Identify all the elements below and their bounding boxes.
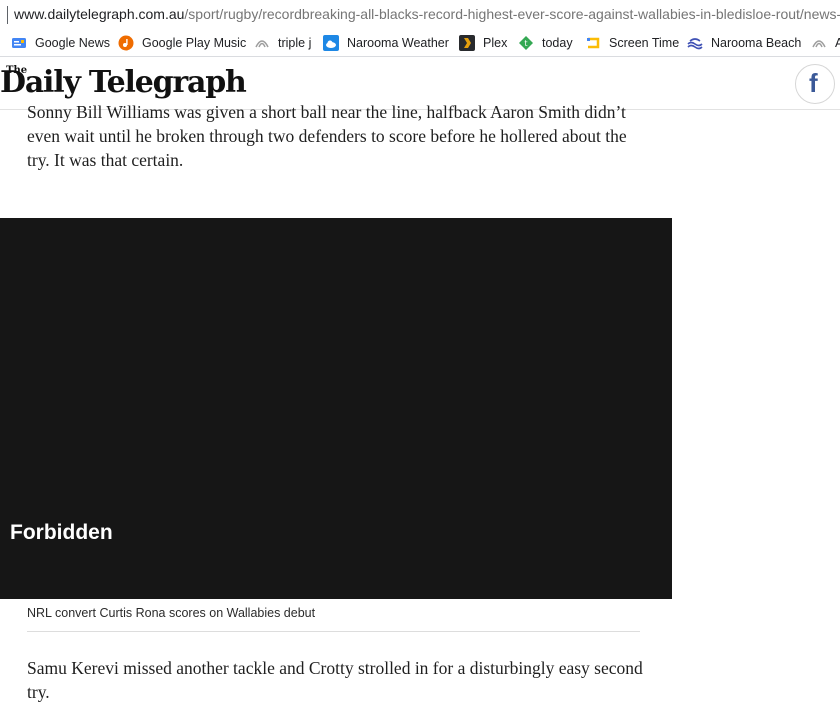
bookmark-google-play-music[interactable]: Google Play Music bbox=[118, 33, 246, 53]
article-paragraph: Samu Kerevi missed another tackle and Cr… bbox=[27, 658, 643, 702]
bookmark-label: Narooma Beach bbox=[711, 36, 802, 50]
bookmark-label: A bbox=[835, 36, 840, 50]
bookmark-label: Google Play Music bbox=[142, 36, 247, 50]
bookmark-narooma-beach[interactable]: Narooma Beach bbox=[687, 33, 801, 53]
address-bar[interactable]: www.dailytelegraph.com.au/sport/rugby/re… bbox=[0, 0, 840, 30]
bookmark-abc[interactable]: A bbox=[811, 33, 840, 53]
svg-text:t: t bbox=[524, 39, 527, 48]
video-player[interactable]: Forbidden bbox=[0, 218, 672, 599]
abc-icon bbox=[811, 35, 827, 51]
bookmark-google-news[interactable]: Google News bbox=[11, 33, 110, 53]
google-play-music-icon bbox=[118, 35, 134, 51]
bookmark-narooma-weather[interactable]: Narooma Weather bbox=[323, 33, 449, 53]
beach-icon bbox=[687, 35, 703, 51]
logo-name: Daily Telegraph bbox=[0, 65, 247, 100]
facebook-share-button[interactable]: f bbox=[795, 64, 835, 104]
video-error-message: Forbidden bbox=[10, 521, 113, 544]
caption-divider bbox=[27, 631, 640, 632]
bookmark-plex[interactable]: Plex bbox=[459, 33, 507, 53]
url-text[interactable]: www.dailytelegraph.com.au/sport/rugby/re… bbox=[14, 6, 840, 22]
bookmark-label: Narooma Weather bbox=[347, 36, 449, 50]
article-paragraph: Sonny Bill Williams was given a short ba… bbox=[27, 102, 627, 170]
bookmark-label: Screen Time bbox=[609, 36, 680, 50]
bookmark-label: triple j bbox=[278, 36, 312, 50]
bookmark-screen-time[interactable]: Screen Time bbox=[585, 33, 679, 53]
screen-time-icon bbox=[585, 35, 601, 51]
video-caption: NRL convert Curtis Rona scores on Wallab… bbox=[27, 606, 316, 620]
today-icon: t bbox=[518, 35, 534, 51]
bookmark-label: Google News bbox=[35, 36, 111, 50]
bookmarks-bar: Google News Google Play Music triple j N… bbox=[0, 30, 840, 57]
bookmark-triple-j[interactable]: triple j bbox=[254, 33, 311, 53]
text-caret bbox=[7, 6, 8, 24]
url-host: www.dailytelegraph.com.au bbox=[14, 6, 185, 22]
url-path: /sport/rugby/recordbreaking-all-blacks-r… bbox=[184, 6, 840, 22]
facebook-icon: f bbox=[809, 68, 818, 98]
weather-cloud-icon bbox=[323, 35, 339, 51]
bookmark-today[interactable]: t today bbox=[518, 33, 573, 53]
plex-icon bbox=[459, 35, 475, 51]
google-news-icon bbox=[11, 35, 27, 51]
bookmark-label: Plex bbox=[483, 36, 508, 50]
bookmark-label: today bbox=[542, 36, 573, 50]
triple-j-icon bbox=[254, 35, 270, 51]
